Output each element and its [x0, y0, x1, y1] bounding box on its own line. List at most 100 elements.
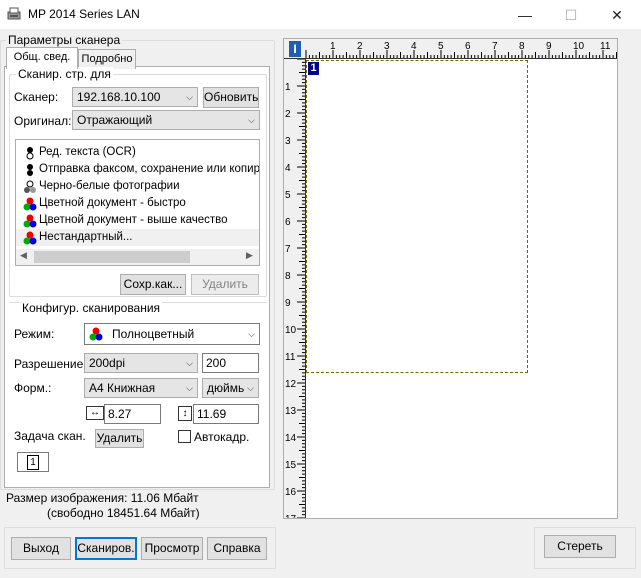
- preset-item-custom[interactable]: Нестандартный...: [16, 229, 259, 246]
- scan-for-label: Сканир. стр. для: [16, 67, 113, 81]
- ruler-left-label: 3: [285, 136, 291, 147]
- ruler-left-label: 6: [285, 217, 291, 228]
- tab-details[interactable]: Подробно: [78, 49, 136, 69]
- ruler-top-label: 4: [411, 41, 417, 52]
- ruler-top-label: 9: [546, 41, 552, 52]
- ruler-top-label: 6: [465, 41, 471, 52]
- ruler-left-label: 12: [285, 379, 297, 390]
- chevron-down-icon: ⌵: [186, 383, 193, 393]
- clear-button[interactable]: Стереть: [544, 535, 616, 558]
- ruler-origin-icon[interactable]: I: [289, 41, 301, 57]
- chevron-down-icon: ⌵: [248, 329, 255, 339]
- ruler-top-label: 7: [492, 41, 498, 52]
- chevron-down-icon: ⌵: [186, 92, 193, 102]
- mode-label: Режим:: [14, 327, 55, 341]
- scan-button[interactable]: Сканиров.: [75, 537, 137, 560]
- ruler-left-label: 5: [285, 190, 291, 201]
- maximize-icon[interactable]: ☐: [548, 0, 594, 30]
- mode-select[interactable]: Полноцветный ⌵: [84, 323, 260, 345]
- minimize-icon[interactable]: —: [502, 0, 548, 30]
- preset-item-fax[interactable]: Отправка факсом, сохранение или копирова…: [16, 161, 260, 178]
- preset-label: Цветной документ - быстро: [39, 197, 186, 209]
- scanner-select[interactable]: 192.168.10.100 ⌵: [72, 87, 198, 107]
- scan-config-label: Конфигур. сканирования: [20, 301, 163, 315]
- preview-button[interactable]: Просмотр: [141, 537, 203, 560]
- ruler-left-label: 15: [285, 460, 297, 471]
- original-label: Оригинал:: [14, 114, 72, 128]
- ruler-top-label: 3: [384, 41, 390, 52]
- chevron-down-icon: ⌵: [186, 358, 193, 368]
- color-quality-icon: [23, 214, 37, 228]
- width-input[interactable]: 8.27: [104, 404, 161, 424]
- scanner-app-icon: [7, 7, 21, 21]
- ruler-left-label: 8: [285, 271, 291, 282]
- title-bar: MP 2014 Series LAN — ☐ ✕: [0, 0, 641, 30]
- format-select[interactable]: А4 Книжная ⌵: [84, 378, 198, 398]
- ruler-left-label: 4: [285, 163, 291, 174]
- page-icon: 1: [27, 455, 39, 470]
- free-space-text: (свободно 18451.64 Мбайт): [47, 506, 200, 520]
- preset-list-scrollbar[interactable]: ◀ ▶: [16, 249, 259, 265]
- scroll-left-icon[interactable]: ◀: [20, 250, 27, 261]
- ruler-left-label: 1: [285, 82, 291, 93]
- full-color-icon: [89, 327, 103, 341]
- scan-task-item[interactable]: 1: [17, 452, 49, 472]
- tab-details-label: Подробно: [81, 53, 133, 65]
- scan-frame[interactable]: [306, 60, 528, 373]
- save-as-button[interactable]: Сохр.как...: [120, 274, 186, 295]
- resolution-input[interactable]: 200: [202, 353, 259, 373]
- ruler-left-label: 7: [285, 244, 291, 255]
- scroll-right-icon[interactable]: ▶: [246, 250, 253, 261]
- ruler-top: 1 2 3 4 5 6 7 8 9 10 11: [284, 39, 617, 59]
- close-icon[interactable]: ✕: [594, 0, 640, 30]
- preview-area[interactable]: 1 2 3 4 5 6 7 8 9 10 11 1 2 3 4 5 6 7 8 9 10 11 12 13 14 15 16 17 …: [283, 38, 618, 519]
- image-size-text: Размер изображения: 11.06 Мбайт: [6, 491, 199, 505]
- preset-list[interactable]: Ред. текста (OCR) Отправка факсом, сохра…: [15, 139, 260, 266]
- preset-item-color-quality[interactable]: Цветной документ - выше качество: [16, 212, 259, 229]
- autoframe-checkbox[interactable]: [178, 430, 191, 443]
- custom-icon: [23, 231, 37, 245]
- ruler-top-label: 10: [573, 41, 585, 52]
- preset-item-color-fast[interactable]: Цветной документ - быстро: [16, 195, 259, 212]
- help-button[interactable]: Справка: [207, 537, 267, 560]
- preset-item-ocr[interactable]: Ред. текста (OCR): [16, 144, 259, 161]
- ruler-left-label: 17: [285, 514, 297, 519]
- scan-task-label: Задача скан.: [14, 429, 86, 443]
- autoframe-label: Автокадр.: [194, 430, 250, 444]
- ruler-top-label: 5: [438, 41, 444, 52]
- window-title: MP 2014 Series LAN: [28, 7, 140, 21]
- preset-item-bw-photo[interactable]: Черно-белые фотографии: [16, 178, 259, 195]
- ruler-left-label: 10: [285, 325, 297, 336]
- tab-general[interactable]: Общ. свед.: [6, 47, 78, 69]
- preset-label: Отправка факсом, сохранение или копирова…: [39, 163, 260, 175]
- unit-select[interactable]: дюймь ⌵: [202, 378, 259, 398]
- scan-task-delete-button[interactable]: Удалить: [95, 429, 144, 448]
- ruler-top-label: 2: [357, 41, 363, 52]
- original-value: Отражающий: [77, 113, 153, 127]
- frame-number-badge: 1: [308, 62, 319, 75]
- resolution-label: Разрешение:: [14, 357, 87, 371]
- refresh-button[interactable]: Обновить: [203, 87, 259, 108]
- width-icon: ↔: [86, 406, 104, 420]
- fax-icon: [23, 163, 37, 177]
- ruler-left: 1 2 3 4 5 6 7 8 9 10 11 12 13 14 15 16 17: [284, 59, 306, 519]
- ruler-left-label: 9: [285, 298, 291, 309]
- scanner-value: 192.168.10.100: [77, 90, 161, 104]
- exit-button[interactable]: Выход: [11, 537, 71, 560]
- color-fast-icon: [23, 197, 37, 211]
- original-select[interactable]: Отражающий ⌵: [72, 110, 260, 130]
- height-input[interactable]: 11.69: [193, 404, 259, 424]
- resolution-select[interactable]: 200dpi ⌵: [84, 353, 198, 373]
- ruler-top-label: 1: [330, 41, 336, 52]
- ruler-left-label: 14: [285, 433, 297, 444]
- preset-label: Ред. текста (OCR): [39, 146, 136, 158]
- ruler-left-label: 11: [285, 352, 296, 363]
- scanner-params-label: Параметры сканера: [6, 33, 123, 47]
- mode-value: Полноцветный: [112, 327, 195, 341]
- text-ocr-icon: [23, 146, 37, 160]
- chevron-down-icon: ⌵: [247, 383, 254, 393]
- scrollbar-thumb[interactable]: [34, 251, 190, 263]
- format-label: Форм.:: [14, 381, 52, 395]
- ruler-left-label: 2: [285, 109, 291, 120]
- delete-preset-button[interactable]: Удалить: [191, 274, 259, 295]
